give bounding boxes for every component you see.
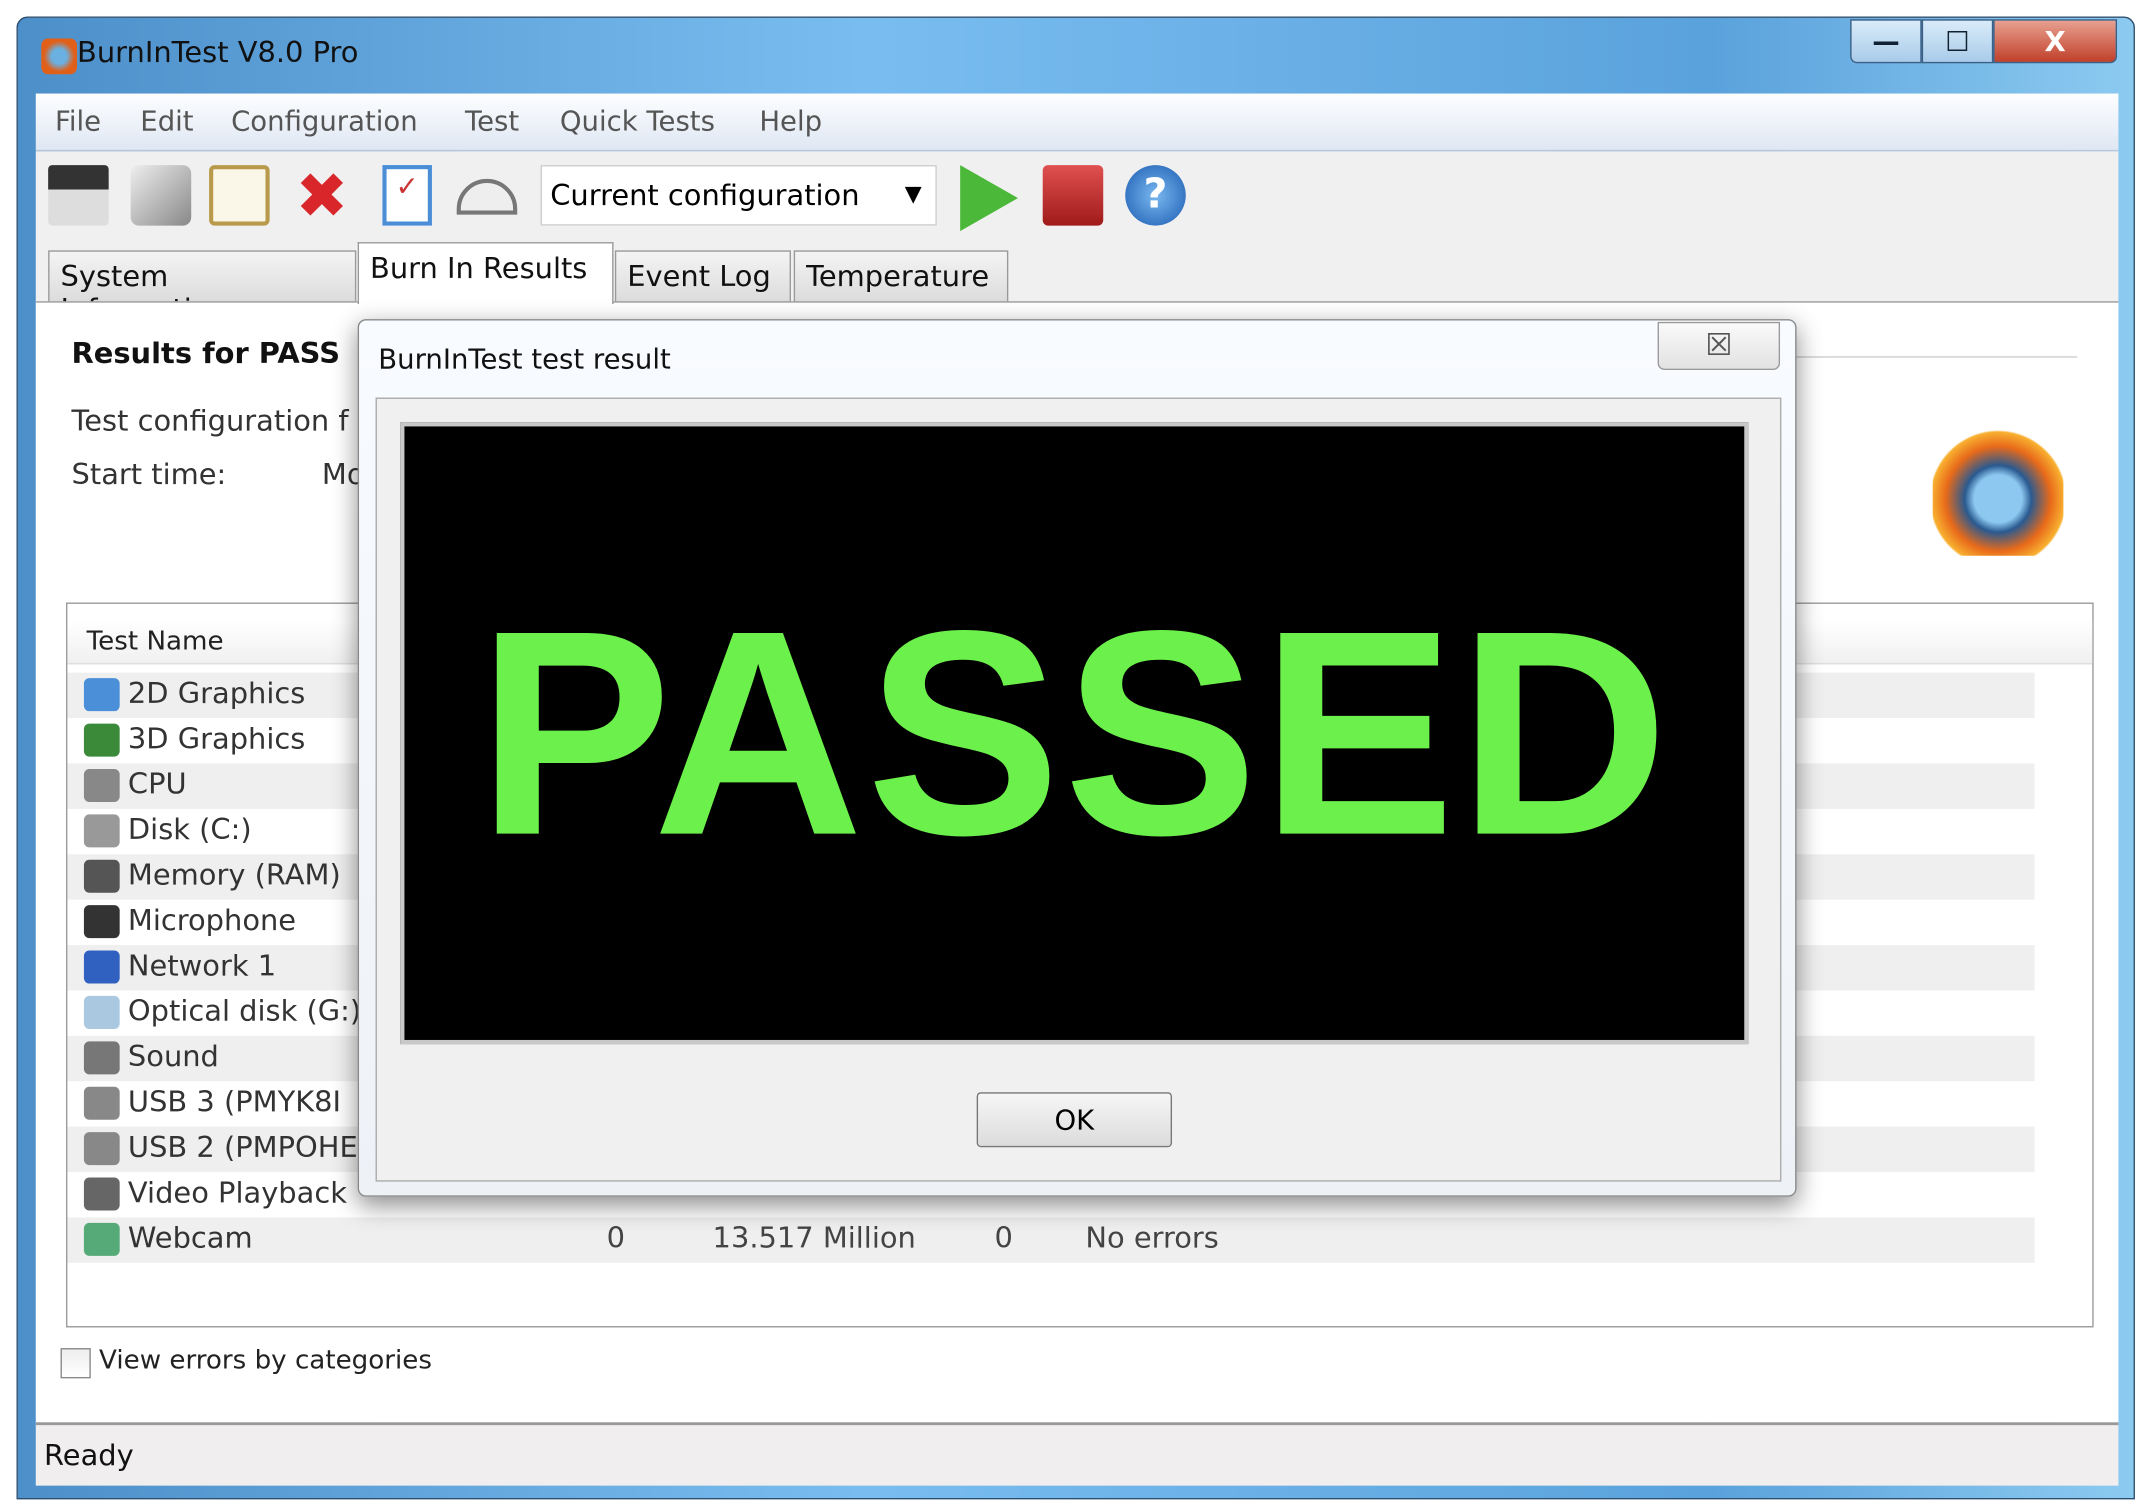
minimize-button[interactable]: — [1850, 19, 1922, 64]
menu-help[interactable]: Help [759, 105, 822, 138]
ok-button[interactable]: OK [976, 1092, 1173, 1148]
status-text: Ready [44, 1438, 134, 1472]
test-name: Network 1 [127, 949, 277, 983]
test-config-label: Test configuration f [71, 404, 349, 438]
result-group: PASSED OK [375, 397, 1782, 1182]
test-type-icon [83, 1041, 120, 1075]
dialog-close-button[interactable]: ☒ [1657, 321, 1781, 371]
table-cell: No errors [1085, 1221, 1219, 1255]
status-bar: Ready [35, 1422, 2119, 1486]
table-cell: 13.517 Million [712, 1221, 916, 1255]
table-cell: 0 [994, 1221, 1013, 1255]
results-heading: Results for PASS [71, 337, 341, 371]
app-logo-icon [41, 38, 78, 75]
divider [1788, 356, 2078, 358]
save-report-icon[interactable] [48, 165, 109, 226]
config-select[interactable]: Current configuration ▼ [540, 165, 937, 226]
result-text: PASSED [477, 569, 1672, 896]
test-name: CPU [127, 767, 187, 801]
table-cell: 0 [606, 1221, 626, 1255]
result-display: PASSED [400, 422, 1749, 1045]
test-name: Video Playback [127, 1176, 347, 1210]
tab-temperature[interactable]: Temperature [793, 250, 1009, 303]
test-type-icon [83, 1086, 120, 1120]
column-header-test-name[interactable]: Test Name [87, 626, 224, 656]
test-type-icon [83, 1177, 120, 1211]
table-row[interactable]: Webcam 0 13.517 Million 0 No errors [67, 1217, 2035, 1263]
start-time-label: Start time: [71, 458, 227, 492]
test-type-icon [83, 1132, 120, 1166]
test-type-icon [83, 768, 120, 802]
test-name: Disk (C:) [127, 812, 252, 846]
test-type-icon [83, 723, 120, 757]
printer-icon[interactable] [130, 165, 192, 226]
burnintest-logo-icon [1932, 429, 2064, 556]
menu-test[interactable]: Test [465, 105, 519, 138]
test-type-icon [83, 814, 120, 848]
clear-icon[interactable]: ✖ [292, 164, 353, 227]
help-icon[interactable]: ? [1125, 165, 1186, 226]
test-name: 3D Graphics [127, 722, 306, 756]
tab-system-information[interactable]: System Information [48, 250, 357, 326]
test-name: Sound [127, 1039, 219, 1073]
maximize-button[interactable]: ☐ [1921, 19, 1994, 64]
view-errors-checkbox[interactable] [60, 1348, 91, 1379]
test-selection-icon[interactable]: ✓ [382, 165, 432, 226]
start-icon[interactable] [960, 165, 1018, 232]
test-name: USB 2 (PMPOHE [127, 1130, 358, 1164]
dialog-title: BurnInTest test result [378, 342, 671, 376]
menu-edit[interactable]: Edit [140, 105, 193, 138]
window-title: BurnInTest V8.0 Pro [77, 35, 359, 69]
menu-configuration[interactable]: Configuration [231, 105, 418, 138]
test-type-icon [83, 995, 120, 1029]
test-name: Optical disk (G:) [127, 994, 362, 1028]
test-type-icon [83, 678, 120, 712]
menu-file[interactable]: File [55, 105, 101, 138]
test-type-icon [83, 905, 120, 939]
test-type-icon [83, 950, 120, 984]
test-type-icon [83, 1222, 120, 1256]
tab-event-log[interactable]: Event Log [614, 250, 791, 303]
stop-icon[interactable] [1042, 165, 1104, 226]
tab-burn-in-results[interactable]: Burn In Results [357, 242, 614, 305]
config-select-value: Current configuration [550, 178, 860, 212]
test-name: Memory (RAM) [127, 858, 341, 892]
test-name: Webcam [127, 1221, 253, 1255]
test-result-dialog: BurnInTest test result ☒ PASSED OK [357, 319, 1797, 1197]
test-name: USB 3 (PMYK8I [127, 1085, 342, 1119]
chevron-down-icon: ▼ [904, 180, 922, 207]
menu-quick-tests[interactable]: Quick Tests [560, 105, 715, 138]
test-name: 2D Graphics [127, 676, 306, 710]
test-name: Microphone [127, 903, 297, 937]
clipboard-icon[interactable] [209, 165, 270, 226]
close-button[interactable]: X [1993, 19, 2118, 64]
test-type-icon [83, 859, 120, 893]
view-errors-label[interactable]: View errors by categories [99, 1345, 432, 1375]
